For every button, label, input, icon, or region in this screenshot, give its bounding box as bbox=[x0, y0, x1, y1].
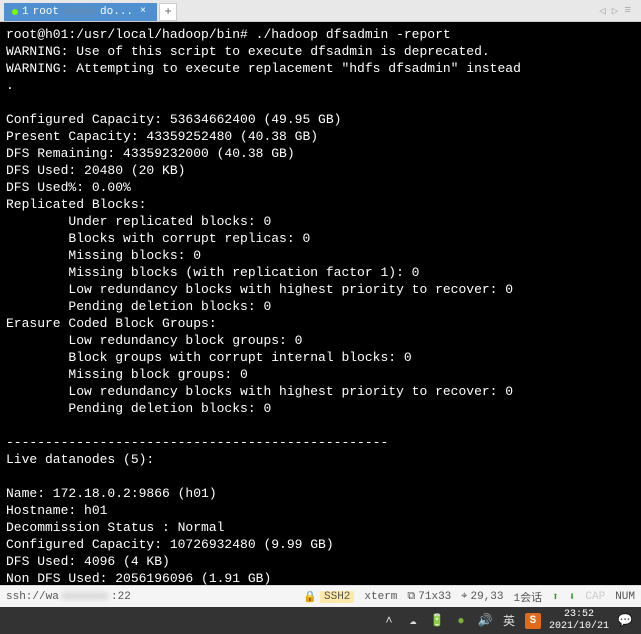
menu-icon[interactable]: ≡ bbox=[624, 5, 631, 17]
wechat-icon[interactable]: ● bbox=[453, 613, 469, 629]
tray-up-icon[interactable]: ˄ bbox=[381, 613, 397, 629]
caps-indicator: CAP bbox=[585, 591, 605, 603]
num-indicator: NUM bbox=[615, 591, 635, 603]
battery-icon[interactable]: 🔋 bbox=[429, 613, 445, 629]
conn-prefix: ssh://wa bbox=[6, 591, 59, 603]
window-icon: ⧉ bbox=[407, 591, 415, 603]
tab-root[interactable]: 1 root xxxxx do... × bbox=[4, 3, 157, 21]
tab-bar: 1 root xxxxx do... × + ◁ ▷ ≡ bbox=[0, 0, 641, 22]
download-icon[interactable]: ⬇ bbox=[569, 590, 576, 604]
tab-index: 1 bbox=[22, 6, 29, 18]
cursor-icon: ⌖ bbox=[461, 591, 467, 603]
tab-host-blurred: xxxxx bbox=[63, 6, 96, 18]
status-dot-icon bbox=[12, 9, 18, 15]
prev-icon[interactable]: ◁ bbox=[599, 4, 606, 18]
next-icon[interactable]: ▷ bbox=[612, 4, 619, 18]
status-bar: ssh://waxxxxxxx:22 🔒 SSH2 xterm ⧉ 71x33 … bbox=[0, 585, 641, 607]
term-type: xterm bbox=[364, 591, 397, 603]
ssh-indicator: 🔒 SSH2 bbox=[303, 590, 354, 604]
cursor-pos: ⌖ 29,33 bbox=[461, 591, 503, 603]
clock-time: 23:52 bbox=[549, 609, 609, 621]
clock-date: 2021/10/21 bbox=[549, 621, 609, 633]
ime-lang[interactable]: 英 bbox=[501, 613, 517, 629]
cloud-icon[interactable]: ☁ bbox=[405, 613, 421, 629]
notification-icon[interactable]: 💬 bbox=[617, 613, 633, 629]
system-clock[interactable]: 23:52 2021/10/21 bbox=[549, 609, 609, 633]
shell-command: ./hadoop dfsadmin -report bbox=[256, 27, 451, 42]
terminal-output[interactable]: root@h01:/usr/local/hadoop/bin# ./hadoop… bbox=[0, 22, 641, 585]
conn-port: :22 bbox=[111, 591, 131, 603]
upload-icon[interactable]: ⬆ bbox=[552, 590, 559, 604]
tab-suffix: do... bbox=[100, 6, 133, 18]
connection-info: ssh://waxxxxxxx:22 bbox=[6, 591, 131, 603]
volume-icon[interactable]: 🔊 bbox=[477, 613, 493, 629]
tabbar-actions: ◁ ▷ ≡ bbox=[599, 4, 641, 18]
close-icon[interactable]: × bbox=[137, 6, 149, 18]
new-tab-button[interactable]: + bbox=[159, 3, 177, 21]
sogou-icon[interactable]: S bbox=[525, 613, 541, 629]
ssh-label: SSH2 bbox=[320, 591, 354, 603]
shell-prompt: root@h01:/usr/local/hadoop/bin# bbox=[6, 27, 248, 42]
tab-label: root bbox=[33, 6, 59, 18]
term-size: ⧉ 71x33 bbox=[407, 591, 451, 603]
conn-host-blurred: xxxxxxx bbox=[62, 591, 108, 603]
session-count: 1会话 bbox=[514, 589, 543, 605]
system-taskbar: ˄ ☁ 🔋 ● 🔊 英 S 23:52 2021/10/21 💬 bbox=[0, 607, 641, 634]
